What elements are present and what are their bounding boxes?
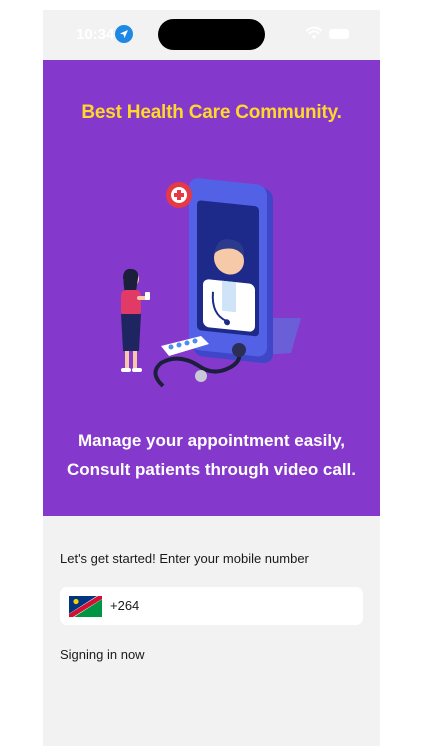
hero-banner: Best Health Care Community. Manage your … xyxy=(43,60,380,516)
dynamic-island xyxy=(158,19,265,50)
hero-tagline: Manage your appointment easily, Consult … xyxy=(43,426,380,484)
signing-status: Signing in now xyxy=(60,647,145,662)
mobile-number-field[interactable]: +264 xyxy=(60,587,363,625)
hero-tagline-line2: Consult patients through video call. xyxy=(66,460,357,479)
mobile-number-prompt: Let's get started! Enter your mobile num… xyxy=(60,551,309,566)
dial-code: +264 xyxy=(110,598,140,613)
namibia-flag-icon[interactable] xyxy=(69,596,102,617)
hero-tagline-line1: Manage your appointment easily, xyxy=(77,431,346,450)
doctor-video-call-illustration xyxy=(121,178,301,388)
wifi-icon xyxy=(306,26,322,39)
status-bar: 10:34 xyxy=(43,10,380,60)
hero-title: Best Health Care Community. xyxy=(81,102,342,123)
battery-icon xyxy=(329,29,349,39)
app-screen: 10:34 Best Health Care Community. Manage… xyxy=(43,10,380,746)
status-time: 10:34 xyxy=(76,26,115,43)
location-arrow-icon xyxy=(115,25,133,43)
